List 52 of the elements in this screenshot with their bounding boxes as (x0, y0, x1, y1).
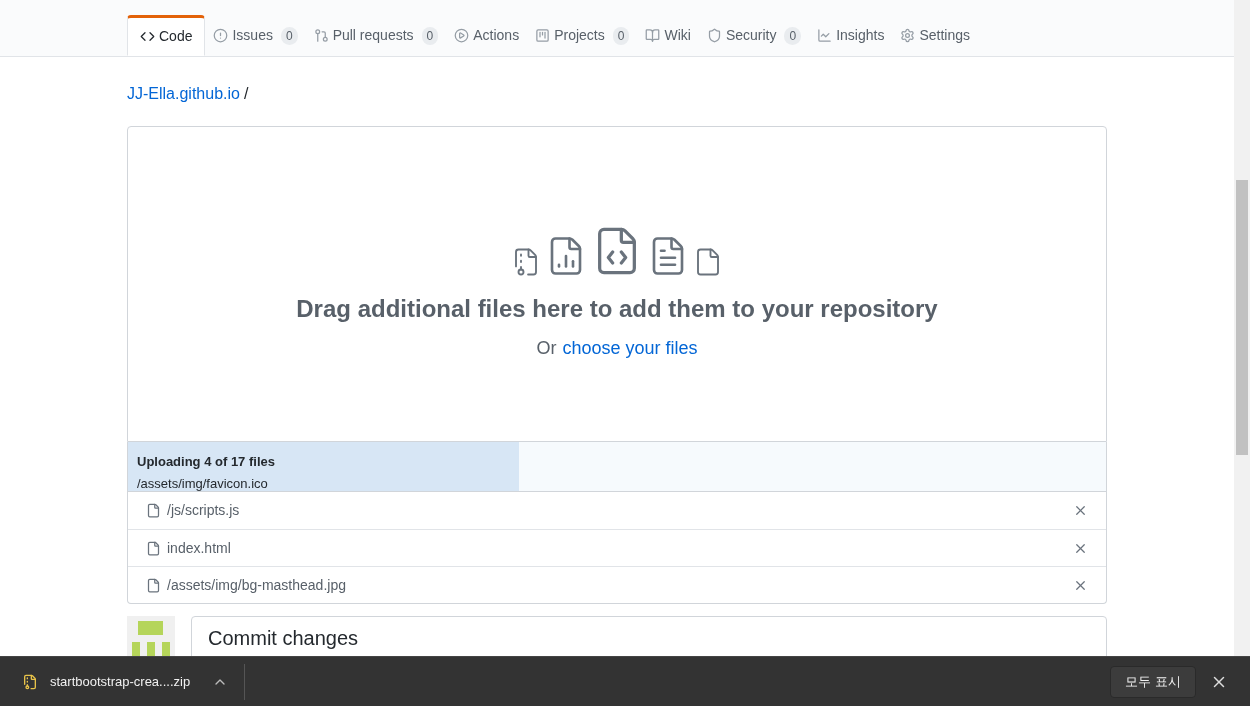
tab-label: Wiki (664, 26, 691, 45)
repo-tab[interactable]: Insights (809, 15, 893, 56)
shield-icon (706, 28, 722, 43)
play-icon (454, 28, 470, 43)
tab-label: Actions (473, 26, 520, 45)
code-icon (140, 29, 155, 44)
file-name: /js/scripts.js (167, 501, 241, 520)
file-icon (146, 577, 161, 593)
repo-tab[interactable]: Wiki (637, 15, 699, 56)
book-icon (645, 28, 661, 43)
upload-status: Uploading 4 of 17 files (137, 453, 276, 471)
repo-link[interactable]: JJ-Ella.github.io (127, 82, 240, 106)
drop-zone[interactable]: Drag additional files here to add them to your repository Or choose your files (127, 126, 1107, 442)
repo-tab[interactable]: Security 0 (698, 15, 810, 56)
tab-label: Code (159, 27, 193, 46)
choose-files-link[interactable]: choose your files (562, 335, 698, 362)
show-all-button[interactable]: 모두 표시 (1110, 665, 1196, 698)
remove-icon[interactable] (1073, 503, 1088, 518)
drop-prompt: Or (536, 337, 557, 360)
zip-file-icon (22, 673, 38, 690)
tab-label: Issues (232, 26, 273, 45)
commit-heading: Commit changes (208, 626, 360, 651)
file-icon (146, 540, 161, 556)
repo-tab[interactable]: Pull requests 0 (305, 15, 447, 56)
line-chart-icon (817, 28, 833, 43)
file-name: /assets/img/bg-masthead.jpg (167, 575, 347, 595)
repo-tab[interactable]: Code (127, 15, 206, 56)
current-file: /assets/img/favicon.ico (137, 474, 269, 493)
alert-circle-icon (213, 28, 229, 43)
download-file-name[interactable]: startbootstrap-crea....zip (50, 671, 191, 692)
tab-label: Insights (836, 26, 885, 45)
repo-tab[interactable]: Issues 0 (205, 15, 306, 56)
tab-label: Pull requests (332, 26, 414, 45)
tab-label: Security (725, 26, 777, 45)
pull-request-icon (313, 28, 329, 43)
settings-icon (900, 28, 916, 43)
path-separator: / (243, 84, 249, 104)
scrollbar[interactable] (1234, 0, 1250, 656)
count-badge: 0 (612, 26, 630, 45)
repo-tab[interactable]: Settings (892, 15, 978, 56)
file-icon (146, 503, 161, 518)
file-name: index.html (167, 538, 232, 558)
tab-label: Settings (919, 26, 970, 45)
repo-tab[interactable]: Projects 0 (527, 15, 638, 56)
tab-label: Projects (554, 26, 605, 45)
drop-heading: Drag additional files here to add them to your repository (296, 294, 938, 324)
count-badge: 0 (421, 26, 439, 45)
avatar (127, 616, 175, 656)
count-badge: 0 (280, 26, 298, 45)
count-badge: 0 (784, 26, 802, 45)
board-icon (535, 28, 551, 43)
repo-tab[interactable]: Actions (446, 15, 528, 56)
